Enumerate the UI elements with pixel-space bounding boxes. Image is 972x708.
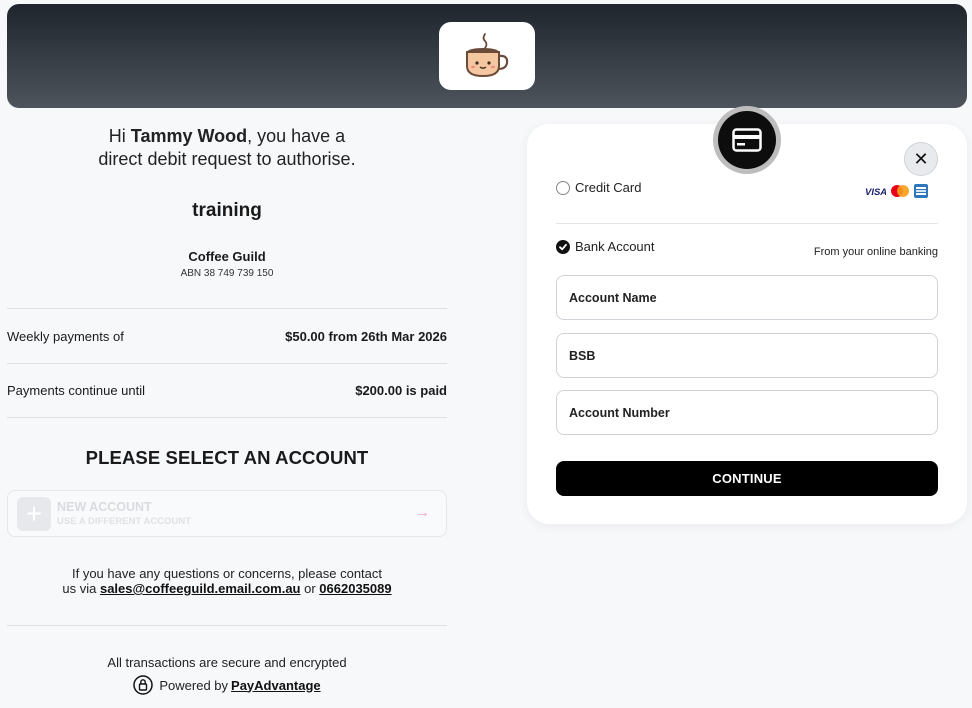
payment-reference: training [192, 200, 262, 221]
account-number-field[interactable]: Account Number [556, 390, 938, 435]
credit-card-option[interactable]: Credit Card [556, 180, 641, 195]
divider [7, 308, 447, 309]
checkmark-icon [559, 243, 567, 250]
contact-phone-link[interactable]: 0662035089 [319, 581, 391, 596]
merchant-abn: ABN 38 749 739 150 [180, 268, 274, 279]
contact-text: If you have any questions or concerns, p… [62, 566, 392, 596]
visa-icon: VISA [865, 187, 886, 198]
divider [556, 223, 938, 224]
bsb-field[interactable]: BSB [556, 333, 938, 378]
plus-icon: + [17, 497, 51, 531]
contact-email-link[interactable]: sales@coffeeguild.email.com.au [100, 581, 301, 596]
powered-by: Powered by PayAdvantage [7, 675, 447, 695]
divider [7, 417, 447, 418]
divider [7, 625, 447, 626]
card-brands: VISA [864, 184, 928, 198]
close-icon: ✕ [913, 148, 929, 169]
schedule-row-until: Payments continue until $200.00 is paid [7, 383, 447, 398]
continue-button[interactable]: CONTINUE [556, 461, 938, 496]
schedule-row-frequency: Weekly payments of $50.00 from 26th Mar … [7, 329, 447, 344]
merchant-logo [439, 22, 535, 90]
bank-account-radio[interactable] [556, 239, 570, 254]
merchant-name: Coffee Guild [188, 249, 266, 264]
lock-icon [133, 675, 154, 695]
credit-card-icon [732, 128, 762, 152]
card-badge [713, 106, 781, 174]
svg-text:VISA: VISA [865, 187, 886, 198]
new-account-button[interactable]: + NEW ACCOUNT USE A DIFFERENT ACCOUNT → [7, 490, 447, 537]
select-account-heading: PLEASE SELECT AN ACCOUNT [85, 447, 369, 468]
credit-card-radio[interactable] [556, 180, 570, 195]
payadvantage-link[interactable]: PayAdvantage [231, 678, 321, 693]
online-banking-note: From your online banking [813, 246, 938, 258]
divider [7, 363, 447, 364]
bank-account-option[interactable]: Bank Account [556, 239, 655, 254]
customer-name: Tammy Wood [130, 126, 248, 146]
secure-notice: All transactions are secure and encrypte… [107, 655, 347, 670]
close-button[interactable]: ✕ [904, 142, 938, 176]
amex-icon [914, 184, 928, 198]
arrow-right-icon: → [415, 504, 430, 521]
greeting-text: Hi Tammy Wood, you have a direct debit r… [98, 126, 356, 169]
mastercard-icon [891, 185, 909, 197]
coffee-cup-icon [466, 33, 509, 78]
account-name-field[interactable]: Account Name [556, 275, 938, 320]
